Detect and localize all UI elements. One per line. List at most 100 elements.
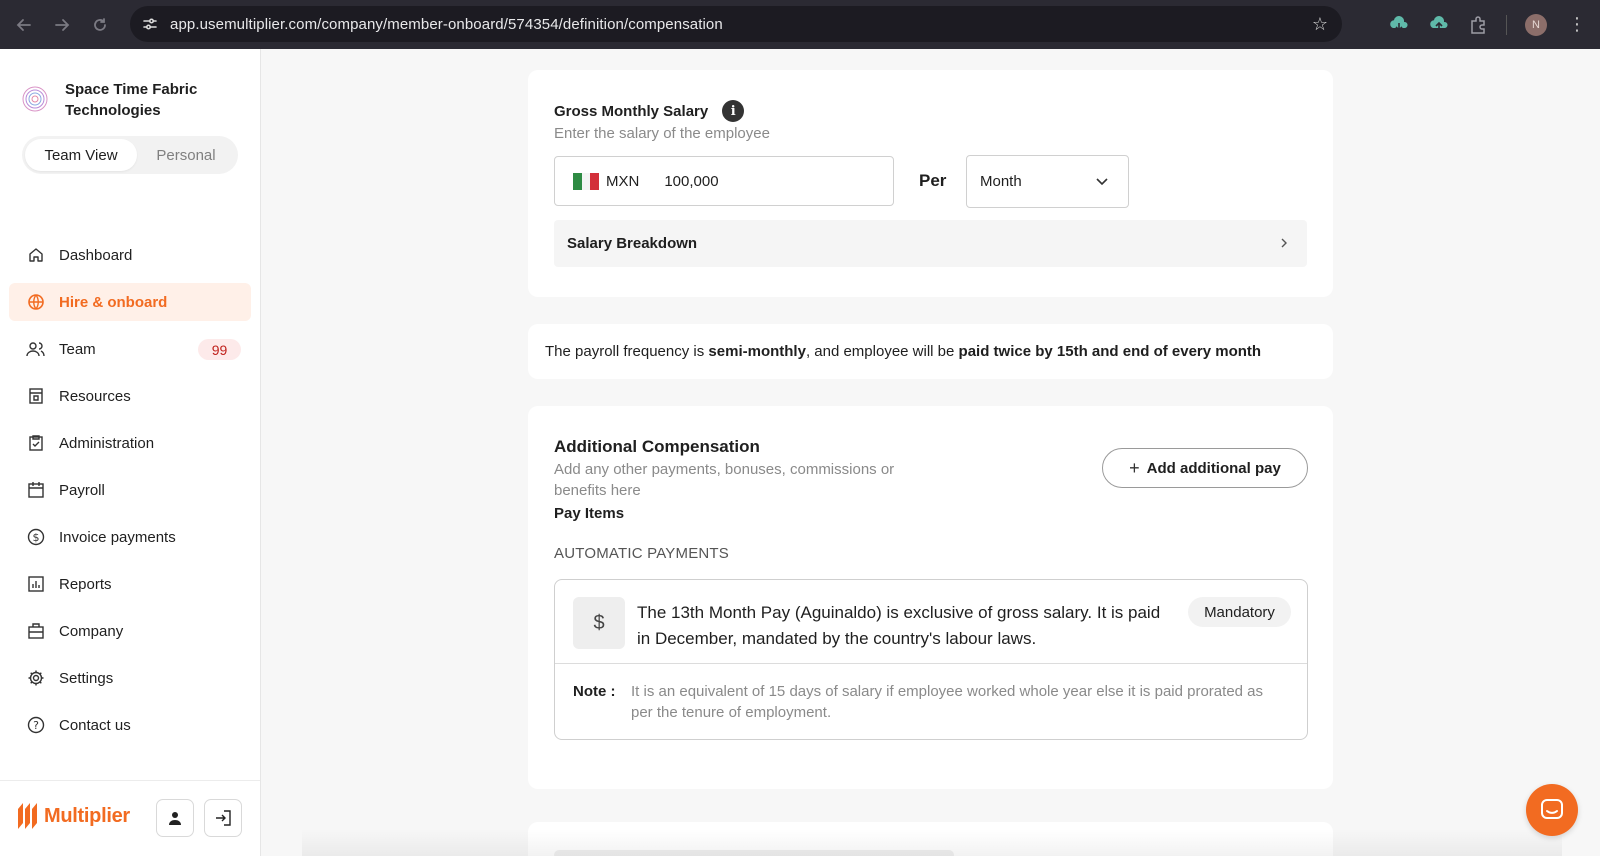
sidebar-item-label: Dashboard [59, 246, 133, 264]
bottom-shadow [302, 829, 1562, 856]
multiplier-wordmark: Multiplier [44, 804, 130, 827]
freq-middle: , and employee will be [805, 343, 959, 360]
sidebar-footer: Multiplier [0, 780, 260, 856]
automatic-payments-label: AUTOMATIC PAYMENTS [554, 545, 730, 562]
payroll-frequency-text: The payroll frequency is semi-monthly, a… [545, 343, 1261, 360]
logout-icon [216, 810, 231, 826]
person-icon [169, 812, 181, 825]
sidebar-item-resources[interactable]: Resources [9, 377, 251, 415]
svg-text:$: $ [33, 531, 40, 544]
help-circle-icon: ? [26, 715, 46, 735]
back-icon[interactable] [5, 6, 43, 44]
add-additional-pay-button[interactable]: + Add additional pay [1102, 448, 1308, 488]
salary-amount[interactable]: 100,000 [664, 173, 718, 190]
sidebar-item-team[interactable]: Team 99 [9, 330, 251, 368]
sidebar-item-company[interactable]: Company [9, 612, 251, 650]
chat-support-button[interactable] [1526, 784, 1578, 836]
extension-cloud-2-icon[interactable] [1428, 0, 1450, 49]
sidebar-item-contact-us[interactable]: ? Contact us [9, 706, 251, 744]
payment-description: The 13th Month Pay (Aguinaldo) is exclus… [637, 603, 1161, 648]
salary-title: Gross Monthly Salary i [554, 100, 745, 122]
company-brand: Space Time Fabric Technologies [20, 79, 235, 121]
salary-title-text: Gross Monthly Salary [554, 102, 709, 120]
view-toggle: Team View Personal [22, 136, 238, 174]
profile-initial: N [1525, 13, 1547, 36]
mandatory-badge: Mandatory [1188, 597, 1291, 627]
multiplier-logo: Multiplier [16, 801, 130, 831]
dollar-circle-icon: $ [26, 527, 46, 547]
url-text[interactable]: app.usemultiplier.com/company/member-onb… [170, 16, 723, 33]
sidebar-item-label: Settings [59, 669, 114, 687]
sidebar-item-administration[interactable]: Administration [9, 424, 251, 462]
per-label: Per [919, 171, 947, 190]
salary-subtitle: Enter the salary of the employee [554, 125, 770, 142]
sidebar-item-label: Reports [59, 575, 112, 593]
logout-button[interactable] [204, 799, 242, 837]
gross-salary-card: Gross Monthly Salary i Enter the salary … [528, 70, 1333, 297]
freq-value: semi-monthly [708, 343, 806, 360]
sidebar-item-label: Team [59, 340, 96, 358]
period-select[interactable]: Month [966, 155, 1129, 208]
bar-chart-icon [26, 574, 46, 594]
sidebar-item-label: Administration [59, 434, 155, 452]
extensions-puzzle-icon[interactable] [1468, 0, 1488, 49]
forward-icon[interactable] [43, 6, 81, 44]
additional-compensation-title: Additional Compensation [554, 437, 760, 456]
period-value: Month [980, 173, 1022, 190]
site-settings-icon[interactable] [132, 6, 168, 42]
main-content: Gross Monthly Salary i Enter the salary … [262, 49, 1600, 856]
users-icon [26, 339, 46, 359]
sidebar-item-dashboard[interactable]: Dashboard [9, 236, 251, 274]
browser-menu-icon[interactable]: ⋮ [1568, 0, 1586, 49]
note-label: Note : [573, 683, 616, 700]
sidebar-nav: Dashboard Hire & onboard Team 99 Resourc… [9, 236, 251, 753]
sidebar-item-settings[interactable]: Settings [9, 659, 251, 697]
sidebar: Space Time Fabric Technologies Team View… [0, 49, 261, 856]
dollar-icon: $ [573, 597, 625, 649]
briefcase-icon [26, 621, 46, 641]
sidebar-item-label: Company [59, 622, 124, 640]
sidebar-item-hire-onboard[interactable]: Hire & onboard [9, 283, 251, 321]
bookmark-star-icon[interactable]: ☆ [1312, 14, 1328, 35]
salary-breakdown-row[interactable]: Salary Breakdown [554, 220, 1307, 267]
svg-text:?: ? [33, 719, 39, 732]
mexico-flag-icon [573, 172, 600, 190]
reload-icon[interactable] [81, 6, 119, 44]
freq-prefix: The payroll frequency is [545, 343, 709, 360]
multiplier-mark-icon [18, 803, 37, 829]
resources-icon [26, 386, 46, 406]
browser-toolbar: app.usemultiplier.com/company/member-onb… [0, 0, 1600, 49]
additional-compensation-card: Additional Compensation Add any other pa… [528, 406, 1333, 789]
company-name: Space Time Fabric Technologies [65, 81, 198, 119]
info-icon[interactable]: i [722, 100, 745, 122]
salary-breakdown-label: Salary Breakdown [567, 235, 698, 252]
currency-code: MXN [606, 172, 640, 190]
sidebar-item-payroll[interactable]: Payroll [9, 471, 251, 509]
sidebar-item-label: Resources [59, 387, 131, 405]
pay-items-label: Pay Items [554, 505, 625, 522]
profile-button[interactable] [156, 799, 194, 837]
personal-view-toggle[interactable]: Personal [137, 139, 235, 171]
extension-cloud-icon[interactable] [1388, 0, 1410, 49]
note-text: It is an equivalent of 15 days of salary… [631, 683, 1264, 721]
sidebar-item-invoice-payments[interactable]: $ Invoice payments [9, 518, 251, 556]
profile-avatar[interactable]: N [1525, 0, 1547, 49]
globe-icon [26, 292, 46, 312]
automatic-payment-item: $ The 13th Month Pay (Aguinaldo) is excl… [554, 579, 1308, 740]
add-additional-pay-label: Add additional pay [1146, 459, 1281, 477]
sidebar-item-label: Invoice payments [59, 528, 176, 546]
plus-icon: + [1129, 457, 1140, 478]
calendar-icon [26, 480, 46, 500]
clipboard-check-icon [26, 433, 46, 453]
freq-schedule: paid twice by 15th and end of every mont… [958, 343, 1262, 360]
home-icon [26, 245, 46, 265]
team-view-toggle[interactable]: Team View [25, 139, 137, 171]
address-bar[interactable]: app.usemultiplier.com/company/member-onb… [130, 6, 1342, 42]
gear-icon [26, 668, 46, 688]
sidebar-item-label: Payroll [59, 481, 105, 499]
company-logo-icon [22, 86, 48, 112]
sidebar-item-label: Hire & onboard [59, 293, 168, 311]
salary-amount-field[interactable]: MXN 100,000 [554, 156, 894, 206]
sidebar-item-reports[interactable]: Reports [9, 565, 251, 603]
payroll-frequency-card: The payroll frequency is semi-monthly, a… [528, 324, 1333, 379]
